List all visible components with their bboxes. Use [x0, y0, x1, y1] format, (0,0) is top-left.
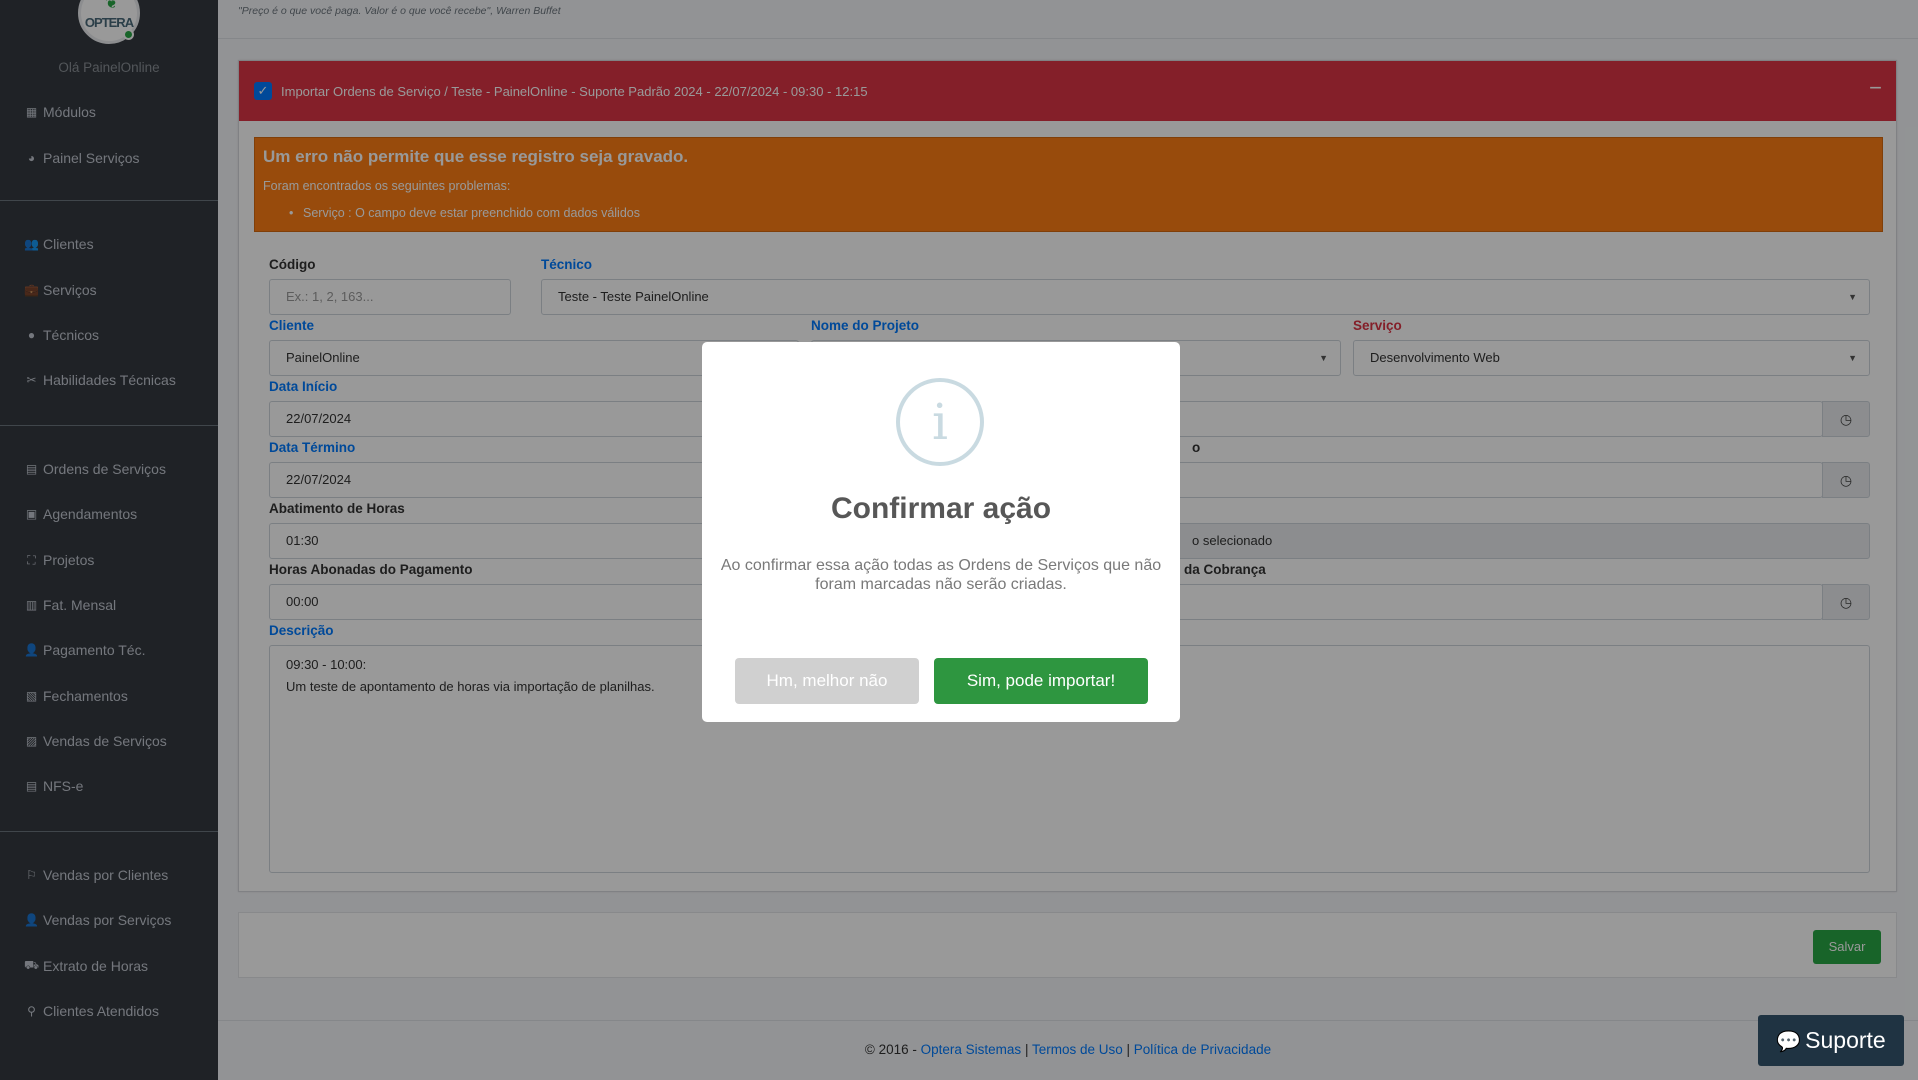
chat-icon: 💬 [1776, 1031, 1802, 1053]
confirm-dialog: i Confirmar ação Ao confirmar essa ação … [702, 342, 1180, 722]
info-icon: i [896, 378, 984, 466]
support-label: Suporte [1805, 1027, 1886, 1053]
confirm-import-button[interactable]: Sim, pode importar! [934, 658, 1148, 704]
dialog-title: Confirmar ação [830, 492, 1052, 525]
support-button[interactable]: 💬 Suporte [1758, 1015, 1904, 1066]
cancel-button[interactable]: Hm, melhor não [735, 658, 919, 704]
dialog-message: Ao confirmar essa ação todas as Ordens d… [720, 557, 1162, 593]
